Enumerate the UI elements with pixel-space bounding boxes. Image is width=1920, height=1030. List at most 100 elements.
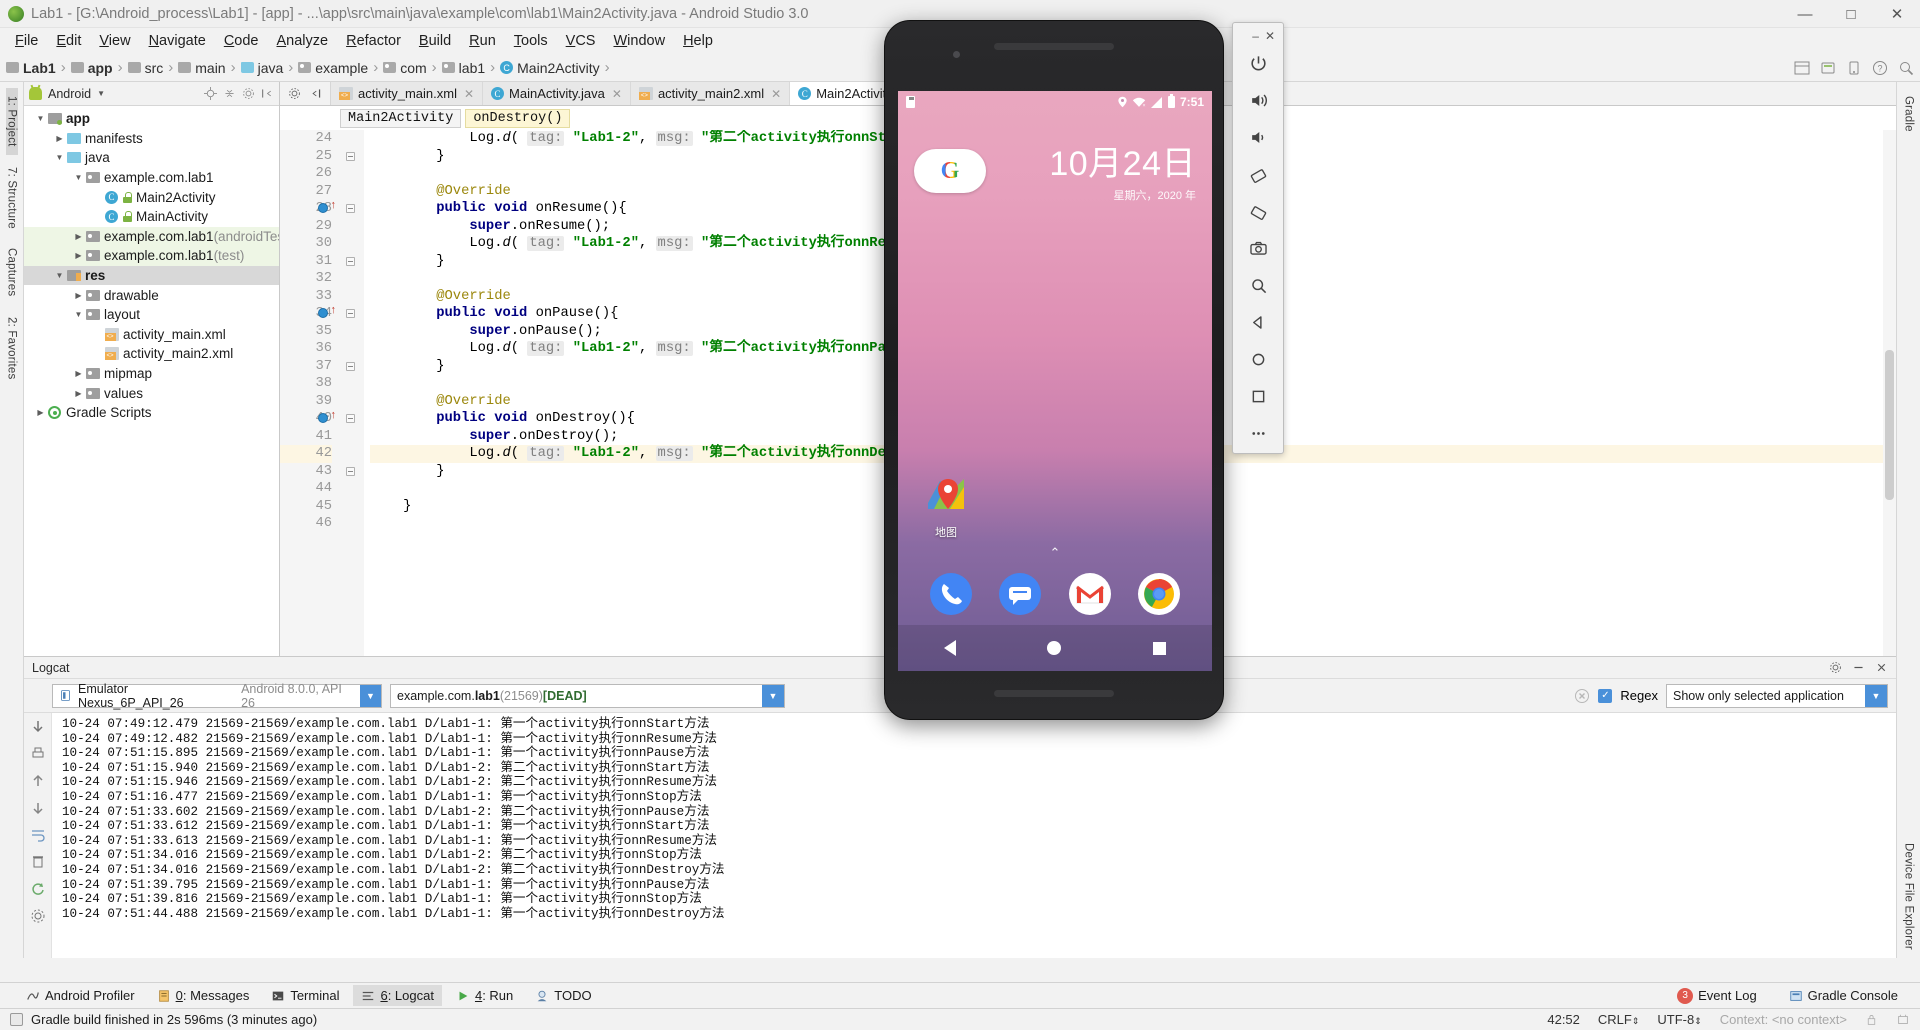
tree-node-example-com-lab1[interactable]: ▼ example.com.lab1 xyxy=(24,168,279,188)
tree-expand-arrow-icon[interactable]: ▶ xyxy=(72,369,85,378)
chevron-down-icon[interactable]: ▼ xyxy=(762,684,784,707)
memory-indicator-icon[interactable] xyxy=(1896,1013,1910,1027)
tree-node-gradle-scripts[interactable]: ▶ Gradle Scripts xyxy=(24,403,279,423)
chevron-down-icon[interactable]: ▼ xyxy=(97,89,105,98)
code-fold-icon[interactable] xyxy=(346,414,355,423)
emulator-rotate-left-button[interactable] xyxy=(1237,156,1279,193)
settings-gear-icon[interactable] xyxy=(242,87,255,100)
tree-expand-arrow-icon[interactable]: ▼ xyxy=(72,310,85,319)
line-marker-area[interactable] xyxy=(340,480,364,498)
emulator-more-button[interactable] xyxy=(1237,415,1279,452)
app-icon-messages[interactable] xyxy=(999,573,1042,615)
rail-item-project[interactable]: 1: Project xyxy=(5,88,18,155)
line-marker-area[interactable] xyxy=(340,130,364,148)
emulator-overview-button[interactable] xyxy=(1237,378,1279,415)
line-marker-area[interactable]: ↑ xyxy=(318,200,364,218)
code-fold-icon[interactable] xyxy=(346,151,355,161)
override-marker-icon[interactable]: ↑ xyxy=(330,200,337,212)
editor-tab-activity_main2-xml[interactable]: activity_main2.xml ✕ xyxy=(630,82,791,105)
line-marker-area[interactable] xyxy=(340,340,364,358)
tree-node-example-com-lab1[interactable]: ▶ example.com.lab1 (test) xyxy=(24,246,279,266)
tree-node-mainactivity[interactable]: C MainActivity xyxy=(24,207,279,227)
close-icon[interactable]: ✕ xyxy=(612,87,622,101)
tree-node-mipmap[interactable]: ▶ mipmap xyxy=(24,364,279,384)
rail-item-favorites[interactable]: 2: Favorites xyxy=(6,309,18,387)
maximize-button[interactable]: □ xyxy=(1828,0,1874,28)
restart-logcat-icon[interactable] xyxy=(30,881,46,897)
emulator-rotate-right-button[interactable] xyxy=(1237,193,1279,230)
tree-node-main2activity[interactable]: C Main2Activity xyxy=(24,187,279,207)
menu-vcs[interactable]: VCS xyxy=(557,31,605,51)
breadcrumb-item-lab1[interactable]: Lab1 xyxy=(6,60,56,76)
lock-icon[interactable] xyxy=(1865,1013,1878,1026)
line-marker-area[interactable] xyxy=(340,323,364,341)
breakpoint-icon[interactable] xyxy=(318,308,328,318)
menu-code[interactable]: Code xyxy=(215,31,268,51)
soft-wrap-icon[interactable] xyxy=(30,827,46,843)
minimize-button[interactable]: — xyxy=(1782,0,1828,28)
tree-expand-arrow-icon[interactable]: ▶ xyxy=(53,134,66,143)
code-fold-icon[interactable] xyxy=(346,204,355,213)
tree-node-values[interactable]: ▶ values xyxy=(24,383,279,403)
line-marker-area[interactable] xyxy=(340,358,364,376)
menu-view[interactable]: View xyxy=(90,31,139,51)
tree-expand-arrow-icon[interactable]: ▶ xyxy=(72,291,85,300)
tool-button-logcat[interactable]: 6: Logcat xyxy=(353,985,442,1006)
emulator-home-button[interactable] xyxy=(1237,341,1279,378)
minimize-button[interactable]: – xyxy=(1252,29,1259,43)
scroll-to-end-icon[interactable] xyxy=(30,719,46,735)
line-marker-area[interactable] xyxy=(340,288,364,306)
code-fold-icon[interactable] xyxy=(346,361,355,371)
line-marker-area[interactable] xyxy=(340,515,364,533)
override-marker-icon[interactable]: ↑ xyxy=(330,305,337,317)
menu-refactor[interactable]: Refactor xyxy=(337,31,410,51)
line-marker-area[interactable] xyxy=(340,235,364,253)
close-button[interactable]: ✕ xyxy=(1265,29,1275,43)
app-icon-maps[interactable]: 地图 xyxy=(918,471,974,540)
tool-button-android-profiler[interactable]: Android Profiler xyxy=(18,985,143,1006)
line-marker-area[interactable] xyxy=(340,428,364,446)
rail-item-captures[interactable]: Captures xyxy=(6,240,18,304)
tree-expand-arrow-icon[interactable]: ▶ xyxy=(72,251,85,260)
hide-panel-icon[interactable] xyxy=(309,87,322,100)
editor-tab-mainactivity-java[interactable]: C MainActivity.java ✕ xyxy=(483,82,631,105)
menu-run[interactable]: Run xyxy=(460,31,505,51)
menu-window[interactable]: Window xyxy=(604,31,674,51)
emulator-back-button[interactable] xyxy=(1237,304,1279,341)
emulator-volume-down-button[interactable] xyxy=(1237,119,1279,156)
app-drawer-chevron-icon[interactable]: ⌃ xyxy=(1050,545,1061,561)
app-icon-phone[interactable] xyxy=(929,573,972,615)
context-chip-method[interactable]: onDestroy() xyxy=(465,108,571,128)
tree-node-res[interactable]: ▼ res xyxy=(24,265,279,286)
line-marker-area[interactable] xyxy=(340,253,364,271)
line-marker-area[interactable]: ↑ xyxy=(318,410,364,428)
project-view-selector[interactable]: Android xyxy=(48,87,91,101)
menu-navigate[interactable]: Navigate xyxy=(140,31,215,51)
tree-node-layout[interactable]: ▼ layout xyxy=(24,305,279,325)
emulator-volume-up-button[interactable] xyxy=(1237,82,1279,119)
line-marker-area[interactable] xyxy=(340,445,364,463)
tree-expand-arrow-icon[interactable]: ▼ xyxy=(34,114,47,123)
code-fold-icon[interactable] xyxy=(346,256,355,266)
tree-node-java[interactable]: ▼ java xyxy=(24,148,279,168)
sdk-manager-icon[interactable] xyxy=(1820,60,1836,76)
nav-back-icon[interactable] xyxy=(943,640,956,656)
nav-home-icon[interactable] xyxy=(1047,641,1062,655)
breadcrumb-item-main2activity[interactable]: C Main2Activity xyxy=(500,60,600,76)
tree-expand-arrow-icon[interactable]: ▼ xyxy=(53,271,66,280)
tool-button-terminal[interactable]: Terminal xyxy=(263,985,347,1006)
project-structure-icon[interactable] xyxy=(1794,60,1810,76)
tree-node-drawable[interactable]: ▶ drawable xyxy=(24,285,279,305)
emulator-screenshot-button[interactable] xyxy=(1237,230,1279,267)
scroll-up-icon[interactable] xyxy=(30,773,46,789)
code-fold-icon[interactable] xyxy=(346,466,355,476)
breadcrumb-item-java[interactable]: java xyxy=(240,60,283,76)
rail-item-gradle[interactable]: Gradle xyxy=(1903,88,1915,140)
line-marker-area[interactable] xyxy=(340,218,364,236)
avd-manager-icon[interactable] xyxy=(1846,60,1862,76)
file-encoding[interactable]: UTF-8⇕ xyxy=(1657,1012,1701,1027)
tree-node-manifests[interactable]: ▶ manifests xyxy=(24,129,279,149)
line-marker-area[interactable] xyxy=(340,148,364,166)
menu-edit[interactable]: Edit xyxy=(47,31,90,51)
line-marker-area[interactable] xyxy=(340,463,364,481)
